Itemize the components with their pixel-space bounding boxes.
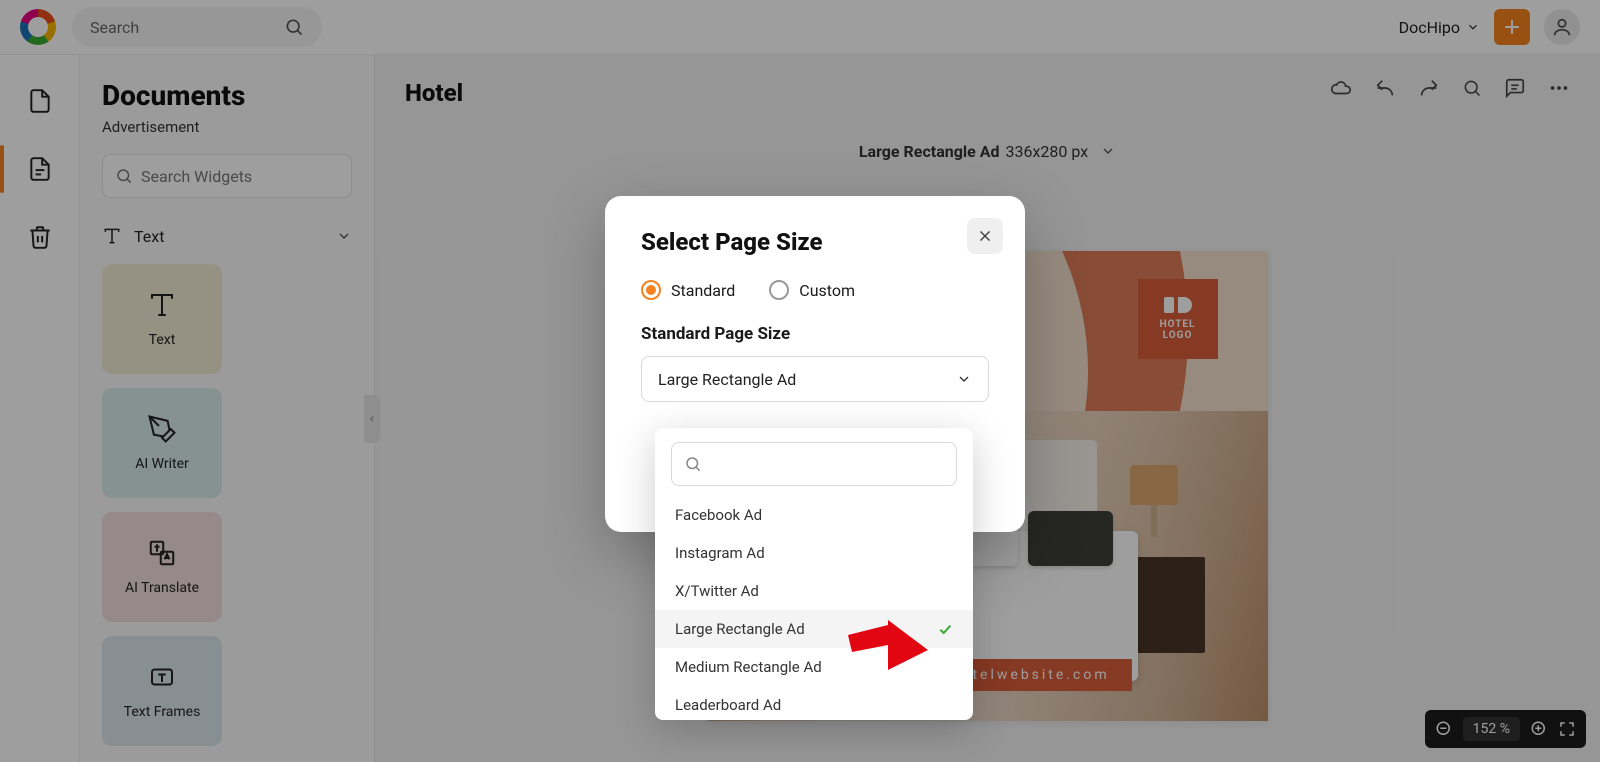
option-label: Leaderboard Ad [675, 696, 781, 714]
radio-custom[interactable]: Custom [769, 280, 855, 300]
check-icon [937, 621, 953, 637]
radio-label: Standard [671, 281, 735, 300]
page-size-dropdown[interactable]: Large Rectangle Ad [641, 356, 989, 402]
dropdown-option-x-twitter-ad[interactable]: X/Twitter Ad [655, 572, 973, 610]
option-label: Facebook Ad [675, 506, 762, 524]
radio-label: Custom [799, 281, 855, 300]
dropdown-search-input[interactable] [671, 442, 957, 486]
option-label: Medium Rectangle Ad [675, 658, 822, 676]
option-label: X/Twitter Ad [675, 582, 759, 600]
dropdown-list[interactable]: Facebook Ad Instagram Ad X/Twitter Ad La… [655, 496, 973, 716]
search-icon [684, 455, 702, 473]
radio-icon [769, 280, 789, 300]
modal-title: Select Page Size [641, 228, 989, 256]
option-label: Instagram Ad [675, 544, 765, 562]
annotation-arrow [848, 620, 928, 670]
dropdown-option-leaderboard-ad[interactable]: Leaderboard Ad [655, 686, 973, 716]
standard-size-label: Standard Page Size [641, 324, 989, 344]
dropdown-selected-value: Large Rectangle Ad [658, 370, 796, 389]
chevron-down-icon [956, 371, 972, 387]
radio-icon [641, 280, 661, 300]
dropdown-option-facebook-ad[interactable]: Facebook Ad [655, 496, 973, 534]
mode-radio-group: Standard Custom [641, 280, 989, 300]
modal-close-button[interactable] [967, 218, 1003, 254]
radio-standard[interactable]: Standard [641, 280, 735, 300]
option-label: Large Rectangle Ad [675, 620, 805, 638]
dropdown-option-instagram-ad[interactable]: Instagram Ad [655, 534, 973, 572]
page-size-dropdown-panel: Facebook Ad Instagram Ad X/Twitter Ad La… [655, 428, 973, 720]
